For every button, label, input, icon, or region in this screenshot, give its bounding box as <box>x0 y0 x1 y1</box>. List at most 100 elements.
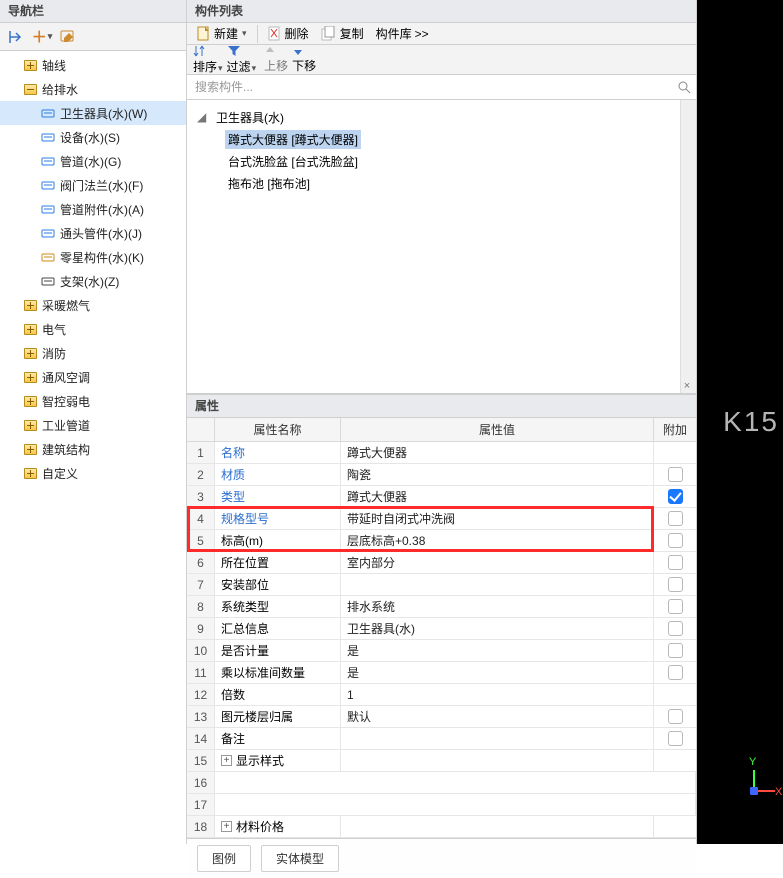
search-input[interactable] <box>187 75 672 99</box>
nav-tree[interactable]: 轴线给排水卫生器具(水)(W)设备(水)(S)管道(水)(G)阀门法兰(水)(F… <box>0 51 186 844</box>
checkbox[interactable] <box>668 577 683 592</box>
property-row[interactable]: 6所在位置室内部分 <box>187 552 696 574</box>
nav-category[interactable]: 自定义 <box>0 461 186 485</box>
component-item[interactable]: 蹲式大便器 [蹲式大便器] <box>195 128 688 150</box>
property-value[interactable]: 室内部分 <box>341 552 654 573</box>
property-value[interactable]: 1 <box>341 684 654 705</box>
property-value[interactable] <box>341 750 654 771</box>
nav-category[interactable]: 电气 <box>0 317 186 341</box>
new-button[interactable]: 新建▾ <box>193 23 251 44</box>
expand-icon[interactable]: + <box>221 821 232 832</box>
search-icon[interactable] <box>672 80 696 94</box>
property-value[interactable]: 是 <box>341 640 654 661</box>
property-value[interactable]: 层底标高+0.38 <box>341 530 654 551</box>
property-value[interactable] <box>341 816 654 837</box>
checkbox[interactable] <box>668 599 683 614</box>
nav-item[interactable]: 管道附件(水)(A) <box>0 197 186 221</box>
nav-category[interactable]: 给排水 <box>0 77 186 101</box>
chevron-right-icon[interactable] <box>4 346 18 360</box>
property-value[interactable]: 排水系统 <box>341 596 654 617</box>
property-row[interactable]: 13图元楼层归属默认 <box>187 706 696 728</box>
checkbox[interactable] <box>668 643 683 658</box>
nav-item[interactable]: 管道(水)(G) <box>0 149 186 173</box>
nav-category[interactable]: 建筑结构 <box>0 437 186 461</box>
property-value[interactable] <box>341 728 654 749</box>
scrollbar[interactable] <box>680 100 696 393</box>
close-icon[interactable]: × <box>680 379 694 393</box>
property-value[interactable]: 是 <box>341 662 654 683</box>
checkbox[interactable] <box>668 489 683 504</box>
property-value[interactable]: 蹲式大便器 <box>341 486 654 507</box>
chevron-right-icon[interactable] <box>4 370 18 384</box>
checkbox[interactable] <box>668 665 683 680</box>
property-row[interactable]: 17 <box>187 794 696 816</box>
sort-button[interactable]: 排序▾ <box>193 44 223 75</box>
nav-category[interactable]: 工业管道 <box>0 413 186 437</box>
property-row[interactable]: 15+显示样式 <box>187 750 696 772</box>
property-row[interactable]: 9汇总信息卫生器具(水) <box>187 618 696 640</box>
property-row[interactable]: 8系统类型排水系统 <box>187 596 696 618</box>
chevron-down-icon[interactable]: ◢ <box>197 110 209 124</box>
chevron-right-icon[interactable] <box>4 394 18 408</box>
checkbox[interactable] <box>668 731 683 746</box>
nav-item[interactable]: 阀门法兰(水)(F) <box>0 173 186 197</box>
chevron-down-icon[interactable] <box>4 82 18 96</box>
property-row[interactable]: 1名称蹲式大便器 <box>187 442 696 464</box>
property-value[interactable]: 卫生器具(水) <box>341 618 654 639</box>
property-row[interactable]: 16 <box>187 772 696 794</box>
filter-button[interactable]: 过滤▾ <box>227 44 257 75</box>
property-row[interactable]: 4规格型号带延时自闭式冲洗阀 <box>187 508 696 530</box>
chevron-right-icon[interactable] <box>4 418 18 432</box>
property-value[interactable]: 默认 <box>341 706 654 727</box>
property-row[interactable]: 7安装部位 <box>187 574 696 596</box>
property-row[interactable]: 2材质陶瓷 <box>187 464 696 486</box>
property-value[interactable]: 陶瓷 <box>341 464 654 485</box>
move-down-button[interactable]: 下移 <box>292 45 316 74</box>
property-row[interactable]: 14备注 <box>187 728 696 750</box>
chevron-right-icon[interactable] <box>4 442 18 456</box>
collapse-icon[interactable] <box>6 27 26 47</box>
property-row[interactable]: 12倍数1 <box>187 684 696 706</box>
nav-category[interactable]: 轴线 <box>0 53 186 77</box>
viewport-3d[interactable]: K15 Y X <box>697 0 783 844</box>
edit-icon[interactable] <box>58 27 78 47</box>
property-value[interactable] <box>341 574 654 595</box>
property-row[interactable]: 10是否计量是 <box>187 640 696 662</box>
property-value[interactable]: 蹲式大便器 <box>341 442 654 463</box>
property-row[interactable]: 3类型蹲式大便器 <box>187 486 696 508</box>
checkbox[interactable] <box>668 621 683 636</box>
component-category[interactable]: ◢卫生器具(水) <box>195 106 688 128</box>
component-tree[interactable]: ◢卫生器具(水) 蹲式大便器 [蹲式大便器]台式洗脸盆 [台式洗脸盆]拖布池 [… <box>187 100 696 394</box>
nav-category[interactable]: 通风空调 <box>0 365 186 389</box>
component-item[interactable]: 台式洗脸盆 [台式洗脸盆] <box>195 150 688 172</box>
nav-category[interactable]: 采暖燃气 <box>0 293 186 317</box>
checkbox[interactable] <box>668 511 683 526</box>
chevron-right-icon[interactable] <box>4 58 18 72</box>
properties-grid[interactable]: 属性名称属性值附加1名称蹲式大便器2材质陶瓷3类型蹲式大便器4规格型号带延时自闭… <box>187 418 696 838</box>
delete-button[interactable]: 删除 <box>264 23 313 44</box>
nav-item[interactable]: 支架(水)(Z) <box>0 269 186 293</box>
component-item[interactable]: 拖布池 [拖布池] <box>195 172 688 194</box>
nav-category[interactable]: 消防 <box>0 341 186 365</box>
checkbox[interactable] <box>668 467 683 482</box>
property-row[interactable]: 11乘以标准间数量是 <box>187 662 696 684</box>
property-row[interactable]: 18+材料价格 <box>187 816 696 838</box>
nav-item[interactable]: 零星构件(水)(K) <box>0 245 186 269</box>
expand-icon[interactable]: + <box>221 755 232 766</box>
copy-button[interactable]: 复制 <box>317 23 368 44</box>
checkbox[interactable] <box>668 709 683 724</box>
add-icon[interactable]: ＋▾ <box>32 27 52 47</box>
chevron-right-icon[interactable] <box>4 466 18 480</box>
chevron-right-icon[interactable] <box>4 298 18 312</box>
nav-category[interactable]: 智控弱电 <box>0 389 186 413</box>
move-up-button[interactable]: 上移 <box>264 45 288 74</box>
checkbox[interactable] <box>668 533 683 548</box>
nav-item[interactable]: 卫生器具(水)(W) <box>0 101 186 125</box>
tab-legend[interactable]: 图例 <box>197 845 251 872</box>
library-button[interactable]: 构件库>> <box>372 23 433 44</box>
chevron-right-icon[interactable] <box>4 322 18 336</box>
tab-solid-model[interactable]: 实体模型 <box>261 845 339 872</box>
nav-item[interactable]: 通头管件(水)(J) <box>0 221 186 245</box>
property-value[interactable]: 带延时自闭式冲洗阀 <box>341 508 654 529</box>
property-row[interactable]: 5标高(m)层底标高+0.38 <box>187 530 696 552</box>
